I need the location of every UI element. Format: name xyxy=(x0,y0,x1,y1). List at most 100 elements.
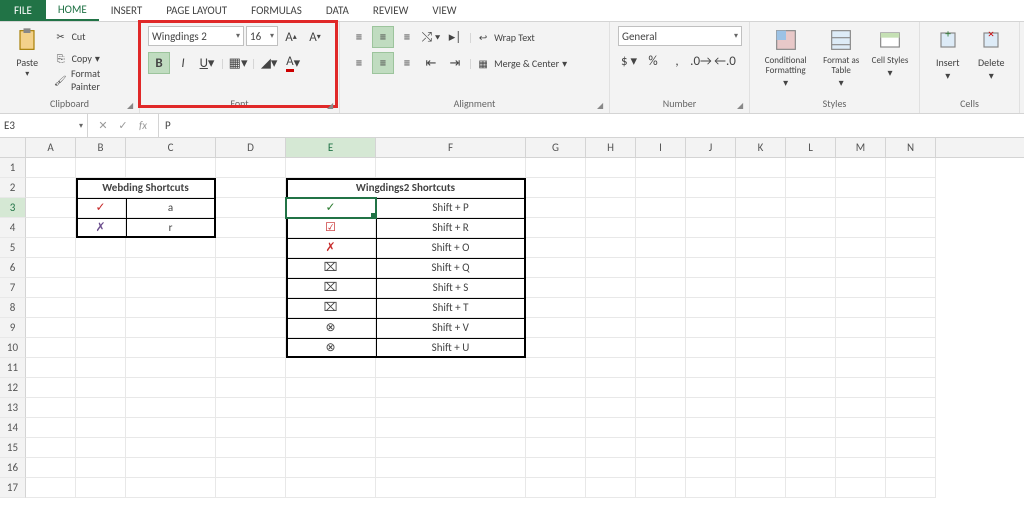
cell[interactable] xyxy=(686,218,736,238)
cell[interactable] xyxy=(636,258,686,278)
cell[interactable] xyxy=(686,178,736,198)
cell[interactable] xyxy=(76,398,126,418)
cell[interactable] xyxy=(216,338,286,358)
comma-button[interactable]: , xyxy=(666,50,688,72)
cell[interactable] xyxy=(126,418,216,438)
cell[interactable] xyxy=(636,218,686,238)
cell[interactable] xyxy=(526,458,586,478)
cell[interactable] xyxy=(26,298,76,318)
tab-view[interactable]: VIEW xyxy=(420,0,468,21)
cell[interactable] xyxy=(836,298,886,318)
cell[interactable] xyxy=(636,238,686,258)
cell[interactable] xyxy=(586,298,636,318)
cell[interactable] xyxy=(26,418,76,438)
cell[interactable]: Shift + P xyxy=(376,198,526,218)
cell[interactable] xyxy=(736,158,786,178)
cell[interactable] xyxy=(636,278,686,298)
cell[interactable] xyxy=(736,418,786,438)
paste-button[interactable]: Paste▾ xyxy=(8,26,47,96)
cell[interactable] xyxy=(736,318,786,338)
cell[interactable] xyxy=(126,478,216,498)
cell[interactable] xyxy=(526,338,586,358)
cell[interactable] xyxy=(886,158,936,178)
cell[interactable] xyxy=(686,258,736,278)
grow-font-button[interactable]: A▴ xyxy=(280,26,302,48)
align-bottom-button[interactable]: ≡ xyxy=(396,26,418,48)
row-header[interactable]: 13 xyxy=(0,398,26,418)
cell[interactable] xyxy=(836,458,886,478)
cell[interactable] xyxy=(836,418,886,438)
cell[interactable] xyxy=(376,418,526,438)
col-header[interactable]: A xyxy=(26,138,76,157)
cell[interactable] xyxy=(886,318,936,338)
underline-button[interactable]: U ▾ xyxy=(196,52,218,74)
cell[interactable] xyxy=(286,398,376,418)
cell[interactable] xyxy=(586,198,636,218)
insert-cells-button[interactable]: +Insert ▾ xyxy=(928,26,968,96)
cell[interactable]: ⊗ xyxy=(286,338,376,358)
cell[interactable] xyxy=(636,378,686,398)
cell[interactable] xyxy=(526,318,586,338)
cell[interactable] xyxy=(216,258,286,278)
cell[interactable] xyxy=(126,398,216,418)
cell[interactable] xyxy=(836,338,886,358)
cell[interactable] xyxy=(736,358,786,378)
dialog-launcher-icon[interactable]: ◢ xyxy=(327,101,337,111)
row-header[interactable]: 10 xyxy=(0,338,26,358)
wrap-text-button[interactable]: ↩Wrap Text xyxy=(475,27,535,47)
cell[interactable] xyxy=(76,338,126,358)
cell[interactable] xyxy=(836,238,886,258)
cell[interactable] xyxy=(376,458,526,478)
cell[interactable]: ⌧ xyxy=(286,278,376,298)
percent-button[interactable]: % xyxy=(642,50,664,72)
cell[interactable] xyxy=(586,258,636,278)
cell[interactable] xyxy=(76,238,126,258)
cancel-icon[interactable]: ✕ xyxy=(94,119,112,132)
cell[interactable] xyxy=(216,418,286,438)
cell[interactable] xyxy=(636,198,686,218)
cell[interactable]: Wingdings2 Shortcuts xyxy=(286,178,526,198)
col-header[interactable]: D xyxy=(216,138,286,157)
cell[interactable] xyxy=(26,218,76,238)
cell[interactable] xyxy=(686,198,736,218)
cell[interactable] xyxy=(686,418,736,438)
col-header[interactable]: B xyxy=(76,138,126,157)
outdent-button[interactable]: ⇤ xyxy=(420,52,442,74)
cell[interactable] xyxy=(126,438,216,458)
row-header[interactable]: 7 xyxy=(0,278,26,298)
cell[interactable] xyxy=(886,418,936,438)
align-top-button[interactable]: ≡ xyxy=(348,26,370,48)
fill-color-button[interactable]: ◢ ▾ xyxy=(258,52,280,74)
font-size-select[interactable]: 16▾ xyxy=(246,26,278,46)
cell[interactable] xyxy=(636,178,686,198)
cell[interactable] xyxy=(376,358,526,378)
cell[interactable] xyxy=(76,438,126,458)
cell[interactable] xyxy=(26,458,76,478)
cell[interactable] xyxy=(736,178,786,198)
cell[interactable] xyxy=(736,398,786,418)
cell[interactable] xyxy=(216,158,286,178)
delete-cells-button[interactable]: ×Delete ▾ xyxy=(972,26,1012,96)
cell[interactable] xyxy=(586,378,636,398)
cell[interactable] xyxy=(836,278,886,298)
tab-data[interactable]: DATA xyxy=(314,0,361,21)
cell[interactable] xyxy=(126,238,216,258)
borders-button[interactable]: ▦ ▾ xyxy=(227,52,249,74)
dialog-launcher-icon[interactable]: ◢ xyxy=(127,101,137,111)
cell[interactable] xyxy=(636,318,686,338)
cell[interactable] xyxy=(216,358,286,378)
row-header[interactable]: 15 xyxy=(0,438,26,458)
cell[interactable] xyxy=(76,298,126,318)
dialog-launcher-icon[interactable]: ◢ xyxy=(737,101,747,111)
copy-button[interactable]: ⎘Copy ▾ xyxy=(51,48,131,68)
cell[interactable] xyxy=(886,238,936,258)
cell[interactable] xyxy=(636,438,686,458)
row-header[interactable]: 11 xyxy=(0,358,26,378)
cell[interactable] xyxy=(736,198,786,218)
col-header[interactable]: F xyxy=(376,138,526,157)
align-left-button[interactable]: ≡ xyxy=(348,52,370,74)
cell[interactable] xyxy=(886,438,936,458)
cell[interactable] xyxy=(886,278,936,298)
font-name-select[interactable]: Wingdings 2▾ xyxy=(148,26,244,46)
align-center-button[interactable]: ≡ xyxy=(372,52,394,74)
